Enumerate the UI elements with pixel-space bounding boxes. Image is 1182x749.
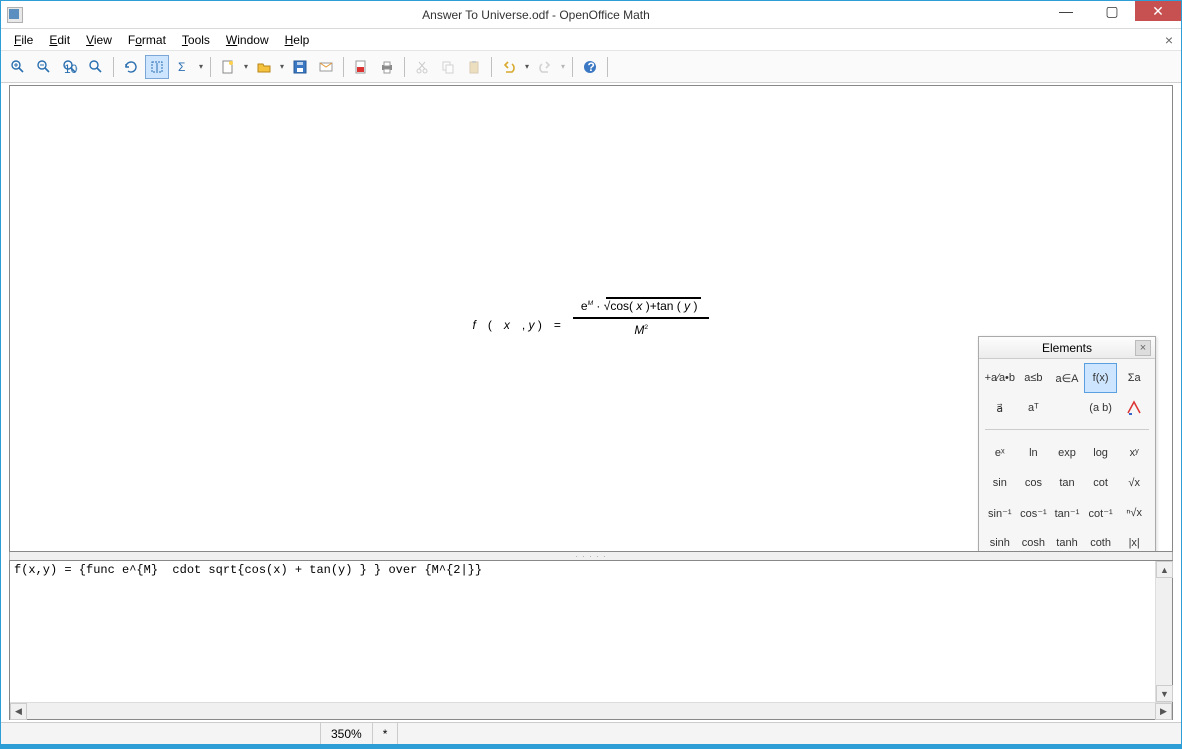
undo-icon[interactable] xyxy=(497,55,521,79)
fn-exp-e[interactable]: eˣ xyxy=(983,438,1017,468)
pdf-icon[interactable] xyxy=(349,55,373,79)
svg-text:100: 100 xyxy=(64,62,78,75)
menu-window[interactable]: Window xyxy=(219,31,276,49)
svg-text:?: ? xyxy=(588,60,595,74)
menu-format[interactable]: Format xyxy=(121,31,173,49)
fn-acos[interactable]: cos⁻¹ xyxy=(1017,498,1051,528)
scroll-down-icon[interactable]: ▼ xyxy=(1156,685,1173,702)
menu-tools[interactable]: Tools xyxy=(175,31,217,49)
menu-view[interactable]: View xyxy=(79,31,119,49)
splitter-handle[interactable] xyxy=(9,552,1173,560)
cat-formats[interactable] xyxy=(1117,393,1151,423)
new-dropdown[interactable]: ▾ xyxy=(241,62,251,71)
cat-operators[interactable]: Σa xyxy=(1117,363,1151,393)
copy-icon[interactable] xyxy=(436,55,460,79)
fn-cosh[interactable]: cosh xyxy=(1017,528,1051,552)
fn-sqrt[interactable]: √x xyxy=(1117,468,1151,498)
fn-sinh[interactable]: sinh xyxy=(983,528,1017,552)
status-zoom[interactable]: 350% xyxy=(321,723,373,744)
sigma-dropdown[interactable]: ▾ xyxy=(196,62,206,71)
status-left xyxy=(1,723,321,744)
window-title: Answer To Universe.odf - OpenOffice Math xyxy=(29,8,1043,22)
cut-icon[interactable] xyxy=(410,55,434,79)
document-close-icon[interactable]: × xyxy=(1165,32,1173,48)
rendered-formula: f ( x , y ) = eM · √cos( x )+tan ( y ) M… xyxy=(10,286,1172,341)
status-bar: 350% * xyxy=(1,722,1181,744)
fn-abs[interactable]: |x| xyxy=(1117,528,1151,552)
toolbar: 100 Σ ▾ ▾ ▾ ▾ ▾ ? xyxy=(1,51,1181,83)
scroll-right-icon[interactable]: ▶ xyxy=(1155,703,1172,720)
menu-help[interactable]: Help xyxy=(278,31,317,49)
sigma-icon[interactable]: Σ xyxy=(171,55,195,79)
open-icon[interactable] xyxy=(252,55,276,79)
zoom-out-icon[interactable] xyxy=(32,55,56,79)
minimize-button[interactable]: — xyxy=(1043,1,1089,21)
menu-file[interactable]: File xyxy=(7,31,40,49)
menu-edit[interactable]: Edit xyxy=(42,31,77,49)
zoom-fit-icon[interactable] xyxy=(84,55,108,79)
print-icon[interactable] xyxy=(375,55,399,79)
editor-hscroll[interactable]: ◀ ▶ xyxy=(10,702,1172,719)
redo-icon[interactable] xyxy=(533,55,557,79)
fn-nroot[interactable]: ⁿ√x xyxy=(1117,498,1151,528)
mail-icon[interactable] xyxy=(314,55,338,79)
close-button[interactable]: ✕ xyxy=(1135,1,1181,21)
editor-pane: f(x,y) = {func e^{M} cdot sqrt{cos(x) + … xyxy=(9,560,1173,720)
open-dropdown[interactable]: ▾ xyxy=(277,62,287,71)
menu-bar: File Edit View Format Tools Window Help … xyxy=(1,29,1181,51)
help-icon[interactable]: ? xyxy=(578,55,602,79)
cat-blank xyxy=(1050,393,1084,423)
refresh-icon[interactable] xyxy=(119,55,143,79)
title-bar: Answer To Universe.odf - OpenOffice Math… xyxy=(1,1,1181,29)
fn-coth[interactable]: coth xyxy=(1084,528,1118,552)
maximize-button[interactable]: ▢ xyxy=(1089,1,1135,21)
elements-category-row: +a⁄a•b a≤b a∈A f(x) Σa a⃗ aᵀ (a b) xyxy=(979,359,1155,427)
editor-vscroll[interactable]: ▲ ▼ xyxy=(1155,561,1172,702)
fn-sin[interactable]: sin xyxy=(983,468,1017,498)
fn-power[interactable]: xʸ xyxy=(1117,438,1151,468)
status-modified: * xyxy=(373,723,399,744)
app-icon xyxy=(7,7,23,23)
formula-editor[interactable]: f(x,y) = {func e^{M} cdot sqrt{cos(x) + … xyxy=(10,561,1172,702)
cat-unary[interactable]: +a⁄a•b xyxy=(983,363,1017,393)
redo-dropdown[interactable]: ▾ xyxy=(558,62,568,71)
svg-text:Σ: Σ xyxy=(178,60,185,74)
cat-others[interactable]: aᵀ xyxy=(1017,393,1051,423)
new-icon[interactable] xyxy=(216,55,240,79)
window-buttons: — ▢ ✕ xyxy=(1043,1,1181,28)
undo-dropdown[interactable]: ▾ xyxy=(522,62,532,71)
cat-attributes[interactable]: a⃗ xyxy=(983,393,1017,423)
formula-canvas[interactable]: f ( x , y ) = eM · √cos( x )+tan ( y ) M… xyxy=(9,85,1173,552)
fn-tanh[interactable]: tanh xyxy=(1050,528,1084,552)
elements-panel[interactable]: Elements × +a⁄a•b a≤b a∈A f(x) Σa a⃗ aᵀ … xyxy=(978,336,1156,552)
elements-close-icon[interactable]: × xyxy=(1135,340,1151,356)
zoom-100-icon[interactable]: 100 xyxy=(58,55,82,79)
fn-cos[interactable]: cos xyxy=(1017,468,1051,498)
fn-asin[interactable]: sin⁻¹ xyxy=(983,498,1017,528)
workspace: f ( x , y ) = eM · √cos( x )+tan ( y ) M… xyxy=(1,83,1181,722)
cat-relations[interactable]: a≤b xyxy=(1017,363,1051,393)
fn-exp[interactable]: exp xyxy=(1050,438,1084,468)
fn-atan[interactable]: tan⁻¹ xyxy=(1050,498,1084,528)
cat-brackets[interactable]: (a b) xyxy=(1084,393,1118,423)
elements-function-grid: eˣ ln exp log xʸ sin cos tan cot √x sin⁻… xyxy=(979,434,1155,552)
fn-acot[interactable]: cot⁻¹ xyxy=(1084,498,1118,528)
fn-ln[interactable]: ln xyxy=(1017,438,1051,468)
save-icon[interactable] xyxy=(288,55,312,79)
fn-tan[interactable]: tan xyxy=(1050,468,1084,498)
formula-cursor-icon[interactable] xyxy=(145,55,169,79)
elements-title[interactable]: Elements × xyxy=(979,337,1155,359)
scroll-up-icon[interactable]: ▲ xyxy=(1156,561,1173,578)
fn-log[interactable]: log xyxy=(1084,438,1118,468)
paste-icon[interactable] xyxy=(462,55,486,79)
cat-functions[interactable]: f(x) xyxy=(1084,363,1118,393)
zoom-in-icon[interactable] xyxy=(6,55,30,79)
scroll-left-icon[interactable]: ◀ xyxy=(10,703,27,720)
fn-cot[interactable]: cot xyxy=(1084,468,1118,498)
cat-set[interactable]: a∈A xyxy=(1050,363,1084,393)
